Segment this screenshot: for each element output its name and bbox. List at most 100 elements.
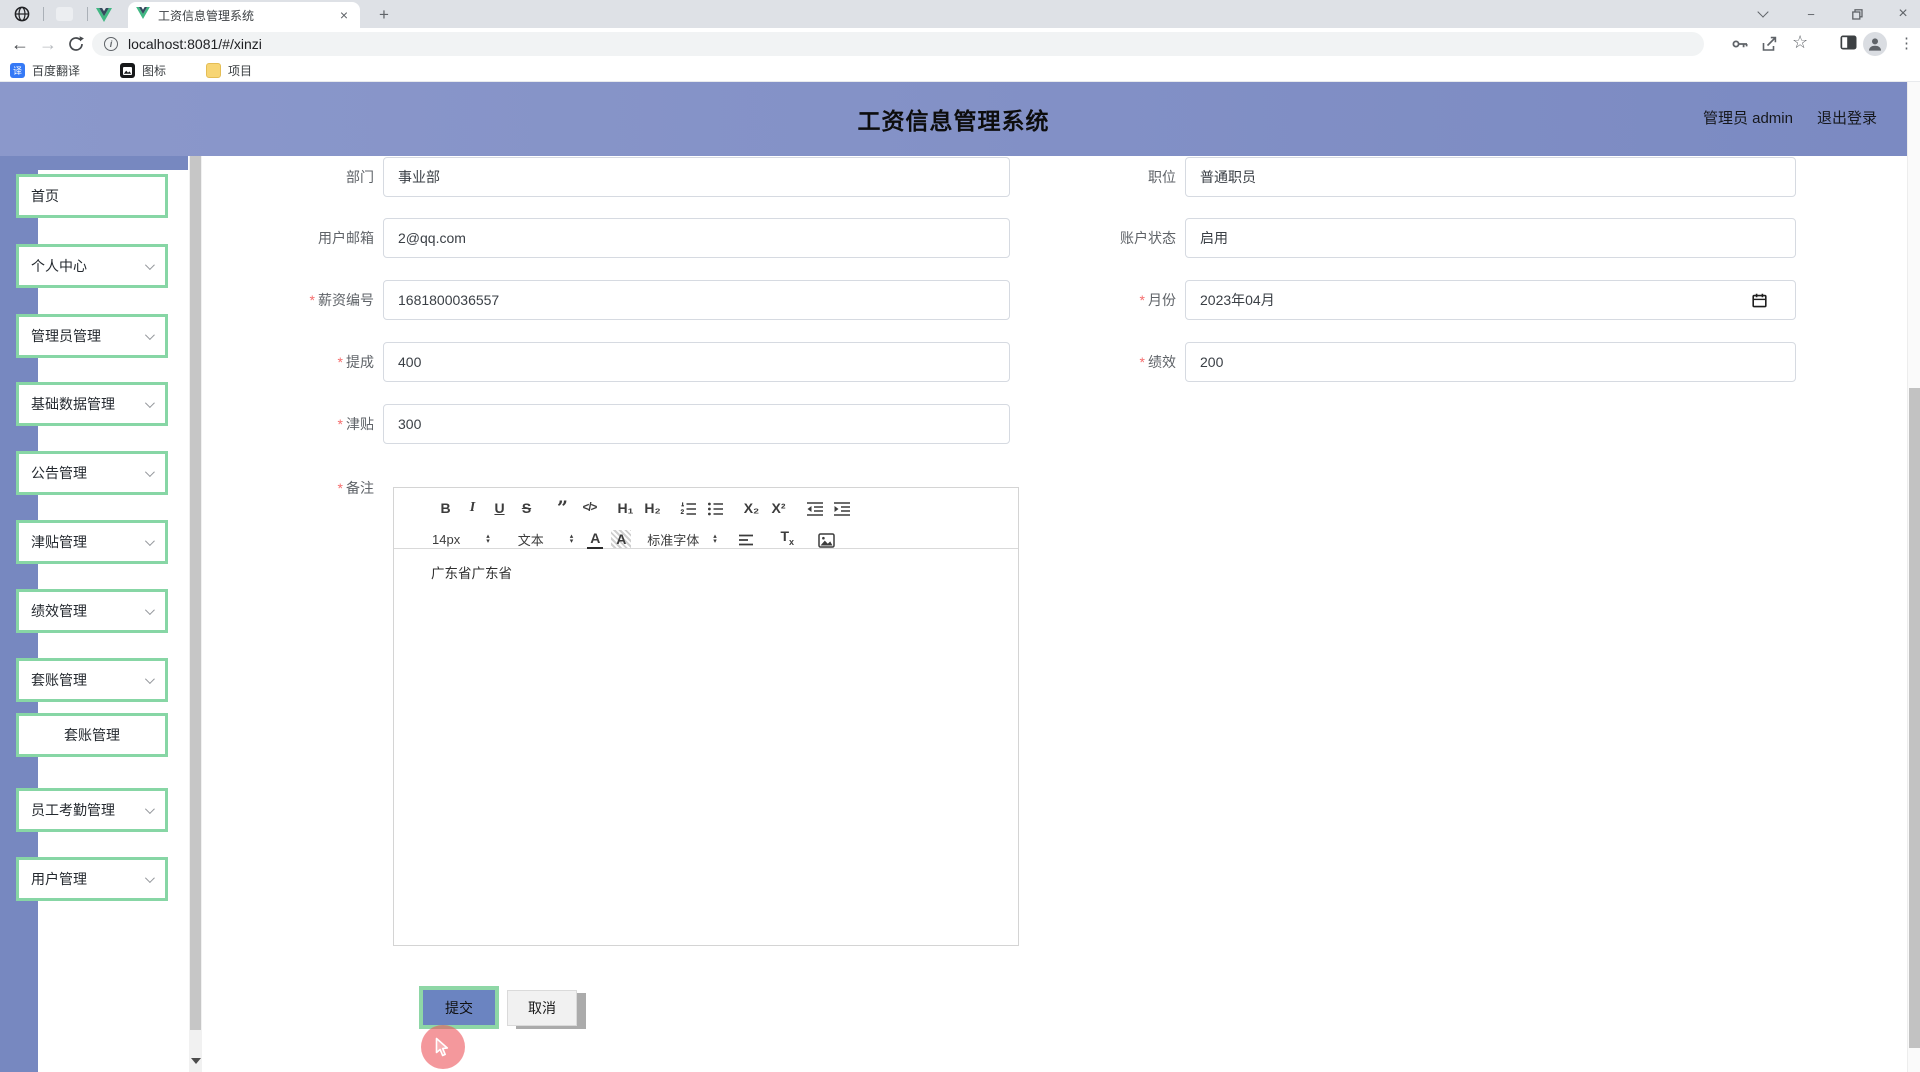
align-icon[interactable]	[733, 528, 760, 550]
sidebar-scrollbar-thumb[interactable]	[190, 156, 201, 1030]
sidebar-item-home[interactable]: 首页	[16, 174, 168, 218]
field-status: 账户状态 启用	[1032, 218, 1796, 258]
sidebar-item-user-management[interactable]: 用户管理	[16, 857, 168, 901]
reload-button[interactable]	[64, 32, 88, 56]
italic-button[interactable]: I	[459, 497, 486, 519]
editor-content[interactable]: 广东省广东省	[394, 549, 1018, 582]
field-department: 部门 事业部	[230, 157, 1010, 197]
salary-no-input[interactable]: 1681800036557	[383, 280, 1010, 320]
field-label: * 薪资编号	[309, 292, 374, 308]
sidebar-item-personal-center[interactable]: 个人中心	[16, 244, 168, 288]
code-block-button[interactable]: </>	[576, 497, 603, 519]
superscript-button[interactable]: X²	[765, 497, 792, 519]
performance-input[interactable]: 200	[1185, 342, 1796, 382]
tab-divider	[87, 7, 88, 21]
underline-button[interactable]: U	[486, 497, 513, 519]
side-panel-icon[interactable]	[1840, 35, 1857, 55]
position-input[interactable]: 普通职员	[1185, 157, 1796, 197]
field-email: 用户邮箱 2@qq.com	[230, 218, 1010, 258]
required-asterisk: *	[337, 416, 343, 432]
tab-close-icon[interactable]: ×	[336, 7, 352, 23]
remark-label: * 备注	[337, 480, 374, 496]
bookmark-project[interactable]: 项目	[206, 62, 252, 79]
blank-favicon[interactable]	[56, 7, 73, 21]
bullet-list-icon[interactable]	[702, 497, 729, 519]
click-indicator	[421, 1025, 465, 1069]
browser-tab-strip: 工资信息管理系统 × + − ×	[0, 0, 1920, 28]
cancel-button[interactable]: 取消	[507, 990, 577, 1026]
text-color-button[interactable]: A	[587, 529, 604, 549]
browser-menu-icon[interactable]: ⋮	[1899, 34, 1914, 52]
email-input[interactable]: 2@qq.com	[383, 218, 1010, 258]
blockquote-button[interactable]: ”	[549, 497, 576, 519]
department-input[interactable]: 事业部	[383, 157, 1010, 197]
month-input[interactable]: 2023年04月	[1185, 280, 1796, 320]
page-scrollbar[interactable]	[1907, 82, 1920, 1072]
share-icon[interactable]	[1760, 35, 1778, 58]
heading1-button[interactable]: H₁	[612, 497, 639, 519]
globe-icon[interactable]	[14, 6, 30, 27]
window-minimize-button[interactable]: −	[1796, 0, 1826, 28]
subscript-button[interactable]: X₂	[738, 497, 765, 519]
sidebar-subitem-ledger[interactable]: 套账管理	[16, 713, 168, 757]
site-info-icon[interactable]: i	[104, 37, 118, 51]
allowance-input[interactable]: 300	[383, 404, 1010, 444]
chevron-down-icon	[144, 803, 155, 814]
background-color-button[interactable]: A	[611, 530, 632, 548]
sidebar-item-ledger[interactable]: 套账管理	[16, 658, 168, 702]
submit-button[interactable]: 提交	[419, 986, 499, 1029]
calendar-icon[interactable]	[1752, 293, 1767, 311]
commission-input[interactable]: 400	[383, 342, 1010, 382]
bookmarks-bar: 译 百度翻译 图标 项目	[0, 60, 1920, 82]
sidebar-item-attendance[interactable]: 员工考勤管理	[16, 788, 168, 832]
heading2-button[interactable]: H₂	[639, 497, 666, 519]
sidebar-item-announcement[interactable]: 公告管理	[16, 451, 168, 495]
clear-format-button[interactable]: Tx	[774, 525, 801, 553]
password-key-icon[interactable]	[1731, 35, 1749, 58]
address-bar[interactable]: i localhost:8081/#/xinzi	[92, 32, 1704, 56]
app-header: 工资信息管理系统 管理员 admin 退出登录	[0, 82, 1907, 156]
forward-button[interactable]: →	[36, 32, 60, 56]
strikethrough-button[interactable]: S	[513, 497, 540, 519]
indent-icon[interactable]	[828, 497, 855, 519]
page-scrollbar-thumb[interactable]	[1909, 388, 1920, 1048]
field-label: * 提成	[337, 354, 374, 370]
sidebar-item-admin-management[interactable]: 管理员管理	[16, 314, 168, 358]
bookmark-star-icon[interactable]: ☆	[1792, 32, 1808, 53]
status-input[interactable]: 启用	[1185, 218, 1796, 258]
field-label: 用户邮箱	[318, 230, 374, 246]
field-performance: * 绩效 200	[1032, 342, 1796, 382]
format-select[interactable]: 文本 ▴ ▾	[518, 530, 574, 549]
sidebar-item-performance[interactable]: 绩效管理	[16, 589, 168, 633]
vue-logo-icon[interactable]	[96, 8, 112, 27]
field-commission: * 提成 400	[230, 342, 1010, 382]
logout-link[interactable]: 退出登录	[1817, 107, 1877, 128]
window-restore-button[interactable]	[1842, 0, 1872, 28]
profile-avatar[interactable]	[1863, 32, 1887, 56]
outdent-icon[interactable]	[801, 497, 828, 519]
sidebar-scrollbar[interactable]	[189, 156, 202, 1072]
scroll-down-arrow-icon[interactable]	[191, 1058, 201, 1064]
tab-search-chevron-icon[interactable]	[1748, 0, 1778, 28]
back-button[interactable]: ←	[8, 32, 32, 56]
current-user-label: 管理员 admin	[1702, 110, 1793, 127]
translate-icon: 译	[10, 63, 25, 78]
window-close-button[interactable]: ×	[1888, 0, 1918, 28]
bold-button[interactable]: B	[432, 497, 459, 519]
font-size-select[interactable]: 14px ▴ ▾	[432, 532, 490, 547]
insert-image-icon[interactable]	[813, 528, 840, 550]
browser-active-tab[interactable]: 工资信息管理系统 ×	[128, 2, 360, 28]
chevron-down-icon	[144, 872, 155, 883]
ordered-list-icon[interactable]	[675, 497, 702, 519]
new-tab-button[interactable]: +	[372, 3, 396, 27]
font-family-select[interactable]: 标准字体 ▴ ▾	[647, 530, 717, 549]
sidebar-item-allowance[interactable]: 津贴管理	[16, 520, 168, 564]
sidebar-item-basic-data[interactable]: 基础数据管理	[16, 382, 168, 426]
chevron-down-icon	[144, 535, 155, 546]
chevron-down-icon	[144, 466, 155, 477]
bookmark-baidu-translate[interactable]: 译 百度翻译	[10, 62, 80, 79]
required-asterisk: *	[1139, 292, 1145, 308]
select-arrows-icon: ▴ ▾	[713, 533, 717, 545]
bookmark-icons[interactable]: 图标	[120, 62, 166, 79]
field-label: 部门	[346, 169, 374, 185]
